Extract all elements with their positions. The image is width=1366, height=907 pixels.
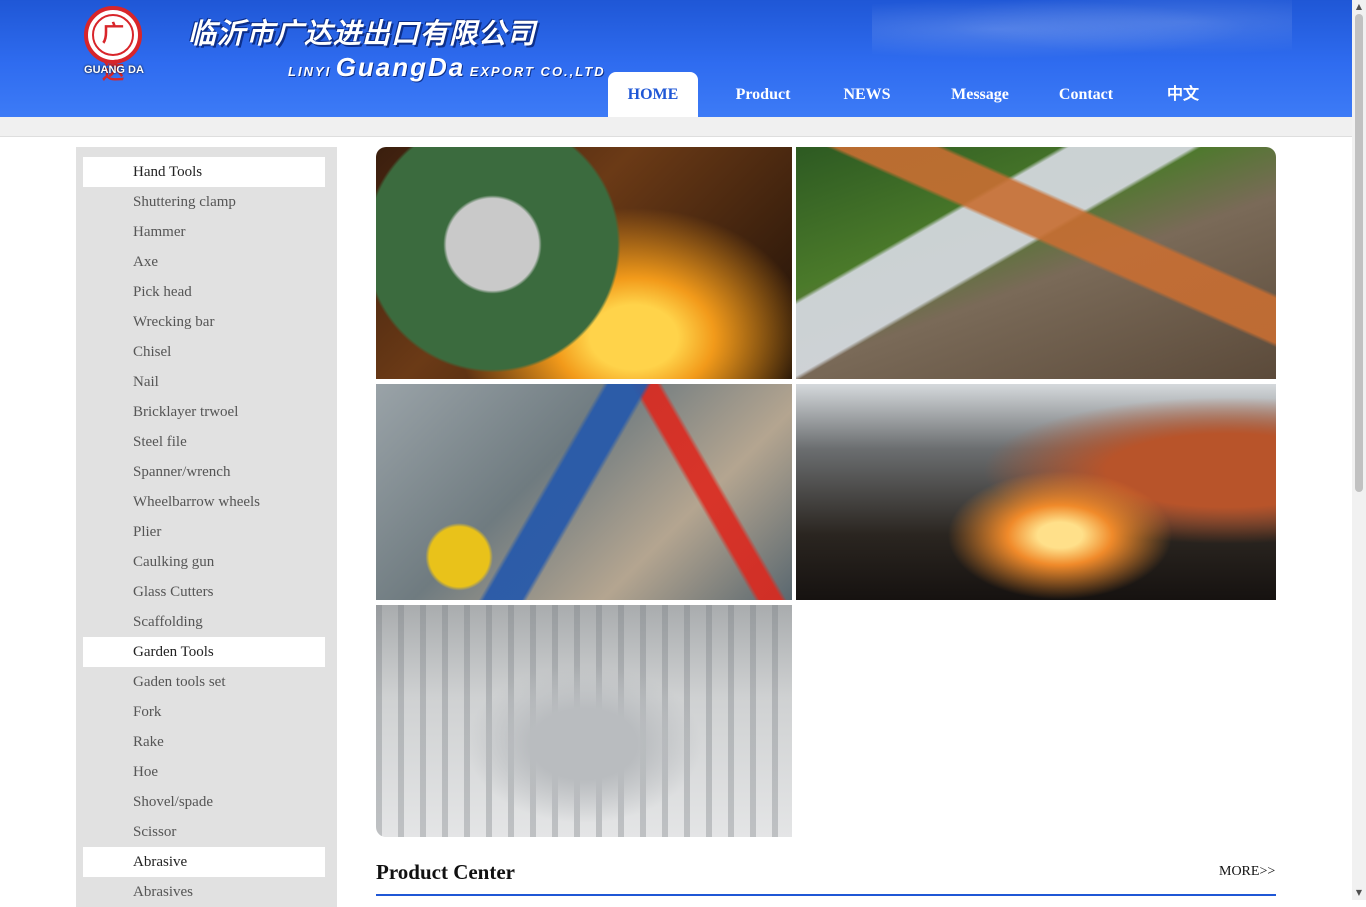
company-name-prefix: LINYI [288, 64, 332, 79]
sidebar-item-scaffolding[interactable]: Scaffolding [83, 607, 325, 637]
header-subbar [0, 117, 1352, 137]
sidebar-item-wrecking-bar[interactable]: Wrecking bar [83, 307, 325, 337]
sidebar-item-bricklayer-trowel[interactable]: Bricklayer trwoel [83, 397, 325, 427]
main-nav: HOME Product NEWS Message Contact 中文 [608, 72, 1248, 117]
sidebar-item-shuttering-clamp[interactable]: Shuttering clamp [83, 187, 325, 217]
sidebar-item-glass-cutters[interactable]: Glass Cutters [83, 577, 325, 607]
sidebar-item-hammer[interactable]: Hammer [83, 217, 325, 247]
nav-contact[interactable]: Contact [1054, 72, 1118, 117]
aluminum-profiles-image[interactable] [376, 605, 792, 837]
welding-sparks-image[interactable] [796, 384, 1276, 600]
sidebar-item-caulking-gun[interactable]: Caulking gun [83, 547, 325, 577]
sidebar-item-fork[interactable]: Fork [83, 697, 325, 727]
nav-chinese[interactable]: 中文 [1118, 72, 1248, 117]
nav-message[interactable]: Message [906, 72, 1054, 117]
hand-tools-assortment-image[interactable] [376, 384, 792, 600]
sidebar-item-scissor[interactable]: Scissor [83, 817, 325, 847]
sidebar-item-steel-file[interactable]: Steel file [83, 427, 325, 457]
company-name-suffix: EXPORT CO.,LTD [469, 64, 606, 79]
page-scrollbar[interactable]: ▲ ▼ [1352, 0, 1366, 900]
nav-home[interactable]: HOME [608, 72, 698, 117]
logo-glyph: 广达 [92, 14, 134, 85]
sidebar-item-garden-tools-set[interactable]: Gaden tools set [83, 667, 325, 697]
sidebar-item-axe[interactable]: Axe [83, 247, 325, 277]
nav-news[interactable]: NEWS [828, 72, 906, 117]
nav-product[interactable]: Product [698, 72, 828, 117]
sidebar-item-chisel[interactable]: Chisel [83, 337, 325, 367]
sidebar-item-pick-head[interactable]: Pick head [83, 277, 325, 307]
sidebar-item-nail[interactable]: Nail [83, 367, 325, 397]
sidebar-item-hoe[interactable]: Hoe [83, 757, 325, 787]
scroll-up-arrow-icon[interactable]: ▲ [1352, 0, 1366, 14]
product-center-divider [376, 894, 1276, 896]
angle-grinder-sparks-image[interactable] [376, 147, 792, 379]
sidebar-category-garden-tools[interactable]: Garden Tools [83, 637, 325, 667]
scroll-down-arrow-icon[interactable]: ▼ [1352, 886, 1366, 900]
logo-text: GUANG DA [84, 64, 144, 76]
company-name-en: LINYI GuangDa EXPORT CO.,LTD [288, 52, 606, 83]
sidebar-item-shovel-spade[interactable]: Shovel/spade [83, 787, 325, 817]
product-center-more-link[interactable]: MORE>> [1219, 864, 1275, 880]
logo-emblem: 广达 [84, 6, 142, 85]
company-logo[interactable]: 广达 GUANG DA [78, 6, 150, 85]
company-name-cn: 临沂市广达进出口有限公司 [188, 17, 537, 50]
sidebar-item-plier[interactable]: Plier [83, 517, 325, 547]
sidebar-item-spanner-wrench[interactable]: Spanner/wrench [83, 457, 325, 487]
company-name-main: GuangDa [335, 52, 466, 82]
product-center-title: Product Center [376, 860, 515, 884]
sidebar-category-abrasive[interactable]: Abrasive [83, 847, 325, 877]
sidebar-item-wheelbarrow-wheels[interactable]: Wheelbarrow wheels [83, 487, 325, 517]
sidebar-item-abrasives[interactable]: Abrasives [83, 877, 325, 907]
site-header: 广达 GUANG DA 临沂市广达进出口有限公司 LINYI GuangDa E… [0, 0, 1352, 117]
sidebar-category-hand-tools[interactable]: Hand Tools [83, 157, 325, 187]
scrollbar-thumb[interactable] [1355, 14, 1363, 492]
product-category-sidebar: Hand Tools Shuttering clamp Hammer Axe P… [76, 147, 337, 907]
sidebar-item-rake[interactable]: Rake [83, 727, 325, 757]
garden-trowel-fork-image[interactable] [796, 147, 1276, 379]
world-map-decoration [872, 0, 1292, 64]
